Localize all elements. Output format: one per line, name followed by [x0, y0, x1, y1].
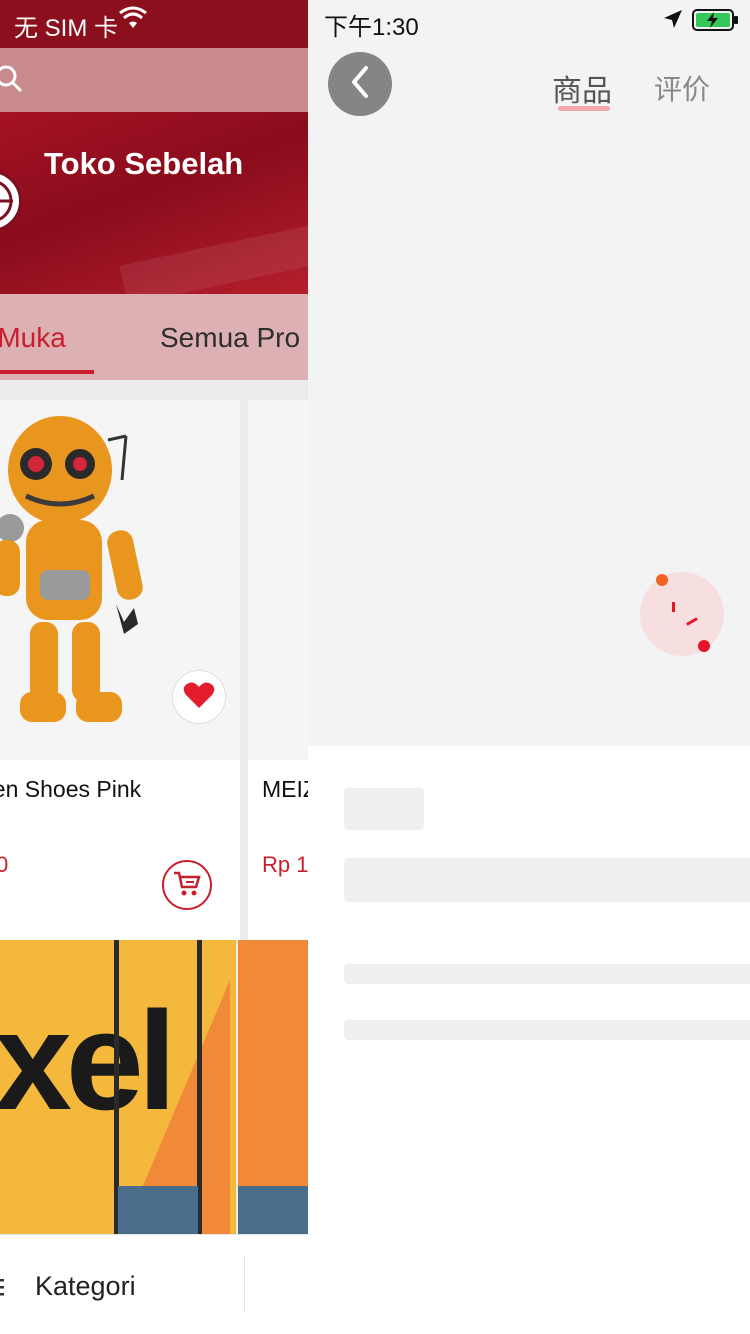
- promo-banner[interactable]: [238, 940, 308, 1234]
- carrier-label: 无 SIM 卡: [14, 15, 119, 42]
- spinner-dot: [656, 574, 668, 586]
- tab-home[interactable]: n Muka: [0, 322, 66, 354]
- product-card[interactable]: nen Shoes Pink 0: [0, 400, 240, 940]
- favorite-button[interactable]: [172, 670, 226, 724]
- tab-reviews[interactable]: 评价: [654, 68, 710, 108]
- status-bar: 无 SIM 卡: [0, 0, 308, 48]
- store-name: Toko Sebelah: [44, 146, 244, 181]
- product-image: [248, 400, 308, 760]
- status-time: 下午1:30: [324, 14, 419, 41]
- tab-goods[interactable]: 商品: [552, 66, 612, 110]
- chevron-left-icon: [348, 64, 372, 105]
- status-bar: 下午1:30: [308, 0, 750, 42]
- banner-decoration: [119, 199, 308, 294]
- cart-icon: [172, 869, 202, 902]
- battery-icon: [692, 8, 740, 39]
- product-price: 0: [0, 852, 9, 877]
- wifi-icon: [118, 6, 148, 37]
- active-tab-indicator: [0, 370, 94, 374]
- product-name: nen Shoes Pink: [0, 776, 142, 802]
- search-bar[interactable]: [0, 48, 308, 112]
- bottom-nav: Kategori: [0, 1234, 308, 1334]
- promo-screenshot: [238, 1186, 308, 1234]
- promo-banner[interactable]: xel: [0, 940, 236, 1234]
- back-button[interactable]: [328, 52, 392, 116]
- spinner-dot: [698, 640, 710, 652]
- nav-divider: [244, 1255, 245, 1311]
- skeleton-line: [344, 964, 750, 984]
- search-icon: [0, 64, 24, 99]
- spinner-mark: [672, 602, 675, 612]
- product-detail-page: 下午1:30 商品 评价: [308, 0, 750, 1334]
- promo-text: xel: [0, 982, 177, 1139]
- promo-screenshot: [118, 1186, 198, 1234]
- store-banner: Toko Sebelah: [0, 112, 308, 294]
- menu-icon[interactable]: [0, 1277, 6, 1302]
- spinner-mark: [686, 617, 698, 626]
- store-logo[interactable]: [0, 170, 22, 232]
- tab-all-products[interactable]: Semua Pro: [160, 322, 300, 354]
- skeleton-line: [344, 1020, 750, 1040]
- location-icon: [662, 8, 684, 37]
- store-page-background: 无 SIM 卡 Toko Sebelah n Muka Semua Pro: [0, 0, 308, 1334]
- product-price: Rp 1: [262, 852, 308, 877]
- loading-spinner: [640, 572, 724, 656]
- active-tab-indicator: [558, 106, 610, 111]
- product-card[interactable]: MEIZ Rp 1: [248, 400, 308, 940]
- product-name: MEIZ: [262, 776, 308, 802]
- add-to-cart-button[interactable]: [162, 860, 212, 910]
- category-button[interactable]: Kategori: [35, 1271, 136, 1302]
- skeleton-title: [344, 858, 750, 902]
- skeleton-price: [344, 788, 424, 830]
- heart-icon: [183, 681, 215, 714]
- store-tabs: n Muka Semua Pro: [0, 294, 308, 380]
